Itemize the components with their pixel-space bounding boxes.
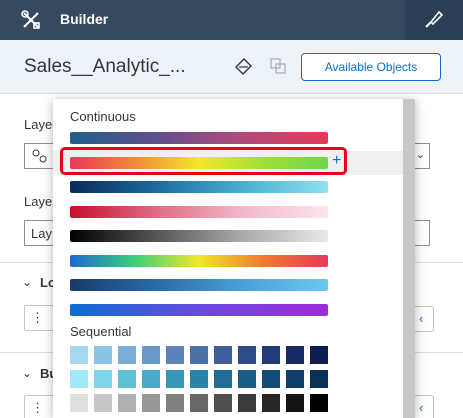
- color-swatch: [190, 370, 208, 388]
- gradient-swatch: [70, 254, 328, 267]
- format-button[interactable]: [405, 0, 463, 40]
- continuous-palette-option[interactable]: [53, 298, 403, 322]
- color-swatch: [190, 394, 208, 412]
- scrollbar[interactable]: [403, 99, 415, 418]
- color-swatch: [166, 370, 184, 388]
- selection-highlight: [60, 147, 347, 175]
- color-swatch: [310, 370, 328, 388]
- gradient-swatch: [70, 230, 328, 242]
- style-icon[interactable]: [234, 57, 254, 75]
- color-swatch: [142, 346, 160, 364]
- continuous-section-title: Continuous: [70, 109, 136, 124]
- chevron-down-icon: ⌄: [415, 149, 425, 161]
- gradient-swatch: [70, 303, 328, 316]
- color-swatch: [286, 370, 304, 388]
- document-header: Sales__Analytic_... Available Objects: [0, 40, 463, 94]
- document-title: Sales__Analytic_...: [24, 56, 186, 77]
- color-swatch: [118, 346, 136, 364]
- color-swatch: [166, 394, 184, 412]
- color-swatch: [214, 370, 232, 388]
- color-swatch: [166, 346, 184, 364]
- color-swatch: [70, 370, 88, 388]
- continuous-palette-option[interactable]: [53, 273, 403, 297]
- color-palette-popup: Continuous + Sequential: [53, 99, 415, 418]
- color-swatch: [262, 370, 280, 388]
- overflow-icon-2: ⋮: [31, 400, 44, 415]
- color-swatch: [262, 394, 280, 412]
- color-swatch: [190, 346, 208, 364]
- color-swatch: [118, 394, 136, 412]
- gradient-swatch: [70, 132, 328, 144]
- color-swatch: [94, 370, 112, 388]
- available-objects-button[interactable]: Available Objects: [301, 53, 441, 81]
- row-menu[interactable]: ⋮: [24, 305, 54, 331]
- sequential-section-title: Sequential: [70, 324, 132, 339]
- color-swatch: [118, 370, 136, 388]
- color-swatch: [310, 346, 328, 364]
- color-swatch: [286, 394, 304, 412]
- color-swatch: [238, 394, 256, 412]
- continuous-palette-option[interactable]: [53, 249, 403, 273]
- gradient-swatch: [70, 181, 328, 193]
- panel-label-layer: Laye: [24, 117, 53, 132]
- copy-icon[interactable]: [270, 58, 286, 74]
- tools-icon[interactable]: [20, 9, 42, 31]
- color-swatch: [142, 370, 160, 388]
- color-swatch: [310, 394, 328, 412]
- collapse-icon[interactable]: ⌄: [22, 275, 32, 289]
- panel-label-layer-2: Laye: [24, 194, 53, 209]
- collapse-icon-2[interactable]: ⌄: [22, 366, 32, 380]
- color-swatch: [238, 346, 256, 364]
- sequential-palette-option[interactable]: [70, 370, 328, 388]
- color-swatch: [238, 370, 256, 388]
- shell-bar: Builder: [0, 0, 463, 40]
- gradient-swatch: [70, 279, 328, 291]
- layer-name-value: Lay: [31, 226, 52, 241]
- gradient-swatch: [70, 205, 328, 218]
- color-swatch: [94, 394, 112, 412]
- sequential-palette-option[interactable]: [70, 346, 328, 364]
- color-swatch: [214, 346, 232, 364]
- continuous-palette-option[interactable]: [53, 200, 403, 224]
- continuous-palette-option[interactable]: [53, 175, 403, 199]
- color-swatch: [262, 346, 280, 364]
- paint-brush-icon: [425, 10, 444, 28]
- color-swatch: [286, 346, 304, 364]
- sequential-palette-option[interactable]: [70, 394, 328, 412]
- overflow-icon: ⋮: [31, 310, 44, 325]
- color-swatch: [214, 394, 232, 412]
- app-title: Builder: [60, 11, 109, 27]
- color-swatch: [70, 394, 88, 412]
- continuous-palette-option[interactable]: [53, 224, 403, 248]
- nodes-icon: [32, 149, 47, 163]
- color-swatch: [70, 346, 88, 364]
- row-menu-2[interactable]: ⋮: [24, 395, 54, 418]
- color-swatch: [142, 394, 160, 412]
- color-swatch: [94, 346, 112, 364]
